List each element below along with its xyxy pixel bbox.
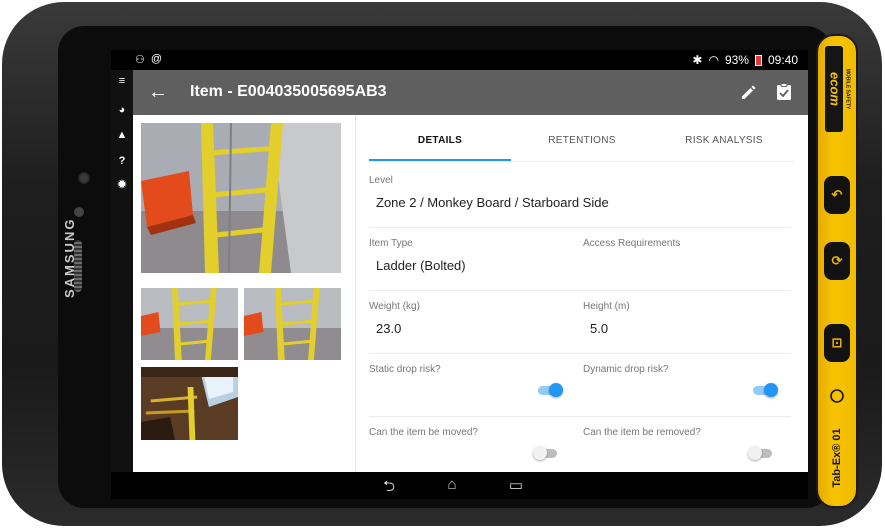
item-type-value[interactable]: Ladder (Bolted)	[376, 258, 466, 273]
details-panel: DETAILS RETENTIONS RISK ANALYSIS Level Z…	[355, 115, 808, 472]
battery-icon	[754, 54, 762, 66]
ecom-side-bar: ecom MOBILE SAFETY ↶ ⟳ ⊡ Tab-Ex® 01	[816, 34, 858, 508]
divider	[369, 290, 791, 291]
tab-retentions[interactable]: RETENTIONS	[511, 125, 653, 161]
front-camera	[78, 172, 90, 184]
svg-text:ecom: ecom	[828, 72, 843, 106]
can-be-removed-toggle[interactable]	[748, 445, 776, 461]
height-value[interactable]: 5.0	[590, 321, 608, 336]
save-clipboard-icon[interactable]	[774, 82, 794, 102]
main-photo[interactable]	[141, 123, 341, 273]
app-bar: ← Item - E004035005695AB3	[133, 70, 808, 115]
thumbnail-photo[interactable]	[141, 288, 238, 360]
screen: ⚇ @ ✱ ◠ 93% 09:40 ≡ ◕ ▲ ? ✹ ← Item - E00…	[111, 50, 808, 499]
level-value[interactable]: Zone 2 / Monkey Board / Starboard Side	[376, 195, 609, 210]
clock: 09:40	[767, 53, 798, 67]
photo-gallery	[133, 115, 356, 472]
toggle-thumb	[748, 446, 762, 460]
nav-recents-icon[interactable]: ▭	[504, 476, 528, 494]
static-drop-risk-toggle[interactable]	[536, 382, 564, 398]
android-nav-bar: ⮌ ⌂ ▭	[111, 472, 808, 499]
tab-bar: DETAILS RETENTIONS RISK ANALYSIS	[369, 125, 795, 162]
hardware-back-button[interactable]: ↶	[824, 176, 850, 214]
can-be-removed-label: Can the item be removed?	[583, 427, 701, 438]
side-drawer: ≡ ◕ ▲ ? ✹	[111, 70, 133, 472]
toggle-thumb	[764, 383, 778, 397]
model-label: Tab-Ex® 01	[830, 389, 844, 488]
dashboard-icon[interactable]: ◕	[115, 103, 129, 117]
tab-details[interactable]: DETAILS	[369, 125, 511, 161]
divider	[369, 416, 791, 417]
nav-back-icon[interactable]: ⮌	[377, 476, 401, 495]
warning-icon[interactable]: ▲	[115, 128, 129, 142]
svg-text:Tab-Ex® 01: Tab-Ex® 01	[831, 428, 843, 487]
sensor	[74, 207, 84, 217]
wifi-icon: ◠	[708, 53, 719, 67]
hardware-recent-button[interactable]: ⊡	[824, 324, 850, 362]
can-be-moved-toggle[interactable]	[533, 445, 561, 461]
svg-text:MOBILE SAFETY: MOBILE SAFETY	[845, 69, 851, 110]
notification-icon: ⚇	[135, 54, 145, 66]
thumbnail-photo[interactable]	[244, 288, 341, 360]
settings-gear-icon[interactable]: ✹	[115, 178, 129, 192]
divider	[369, 227, 791, 228]
dynamic-drop-risk-label: Dynamic drop risk?	[583, 364, 669, 375]
ex-certification-icon	[830, 389, 844, 403]
at-icon: @	[150, 53, 163, 65]
status-bar: ⚇ @ ✱ ◠ 93% 09:40	[111, 50, 808, 70]
active-tab-indicator	[369, 159, 511, 161]
help-icon[interactable]: ?	[115, 154, 129, 168]
weight-label: Weight (kg)	[369, 301, 420, 312]
hardware-home-button[interactable]: ⟳	[824, 242, 850, 280]
item-type-label: Item Type	[369, 238, 413, 249]
weight-value[interactable]: 23.0	[376, 321, 401, 336]
toggle-thumb	[533, 446, 547, 460]
level-label: Level	[369, 175, 393, 186]
thumbnail-photo[interactable]	[141, 367, 238, 440]
toggle-thumb	[549, 383, 563, 397]
tab-risk-analysis[interactable]: RISK ANALYSIS	[653, 125, 795, 161]
page-title: Item - E004035005695AB3	[190, 83, 387, 100]
height-label: Height (m)	[583, 301, 630, 312]
ecom-logo: ecom MOBILE SAFETY	[825, 46, 851, 132]
static-drop-risk-label: Static drop risk?	[369, 364, 441, 375]
access-requirements-label: Access Requirements	[583, 238, 681, 249]
can-be-moved-label: Can the item be moved?	[369, 427, 478, 438]
bluetooth-icon: ✱	[692, 53, 703, 67]
edit-pencil-icon[interactable]	[739, 82, 759, 102]
nav-home-icon[interactable]: ⌂	[440, 476, 464, 494]
divider	[369, 353, 791, 354]
back-arrow-icon[interactable]: ←	[147, 81, 169, 103]
content-area: DETAILS RETENTIONS RISK ANALYSIS Level Z…	[133, 115, 808, 472]
dynamic-drop-risk-toggle[interactable]	[751, 382, 779, 398]
menu-icon[interactable]: ≡	[115, 74, 129, 88]
battery-percent: 93%	[724, 53, 749, 67]
samsung-logo: SAMSUNG	[62, 217, 77, 298]
